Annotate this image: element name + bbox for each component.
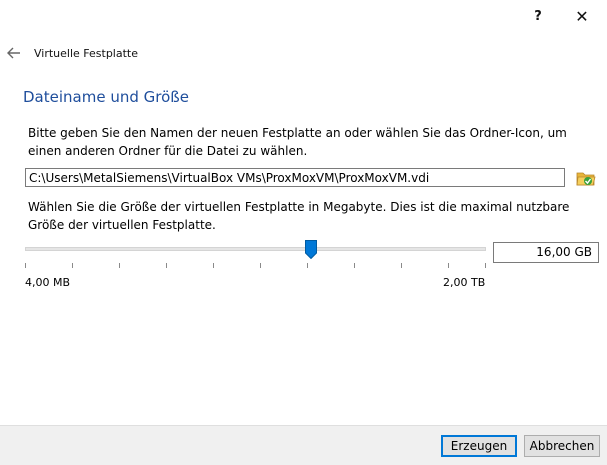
button-bar: Erzeugen Abbrechen xyxy=(0,425,607,465)
title-bar: ? ✕ xyxy=(0,0,607,32)
help-button[interactable]: ? xyxy=(518,0,558,32)
filename-description: Bitte geben Sie den Namen der neuen Fest… xyxy=(28,126,567,158)
wizard-title: Virtuelle Festplatte xyxy=(34,46,139,60)
page-title: Dateiname und Größe xyxy=(23,88,189,106)
slider-tick xyxy=(119,263,120,268)
slider-tick xyxy=(401,263,402,268)
slider-tick xyxy=(25,263,26,268)
slider-tick xyxy=(485,263,486,268)
slider-tick xyxy=(72,263,73,268)
size-description: Wählen Sie die Größe der virtuellen Fest… xyxy=(28,200,570,232)
slider-tick xyxy=(354,263,355,268)
create-button[interactable]: Erzeugen xyxy=(441,435,517,457)
arrow-left-icon[interactable] xyxy=(6,45,22,61)
size-slider-handle[interactable] xyxy=(304,240,317,260)
folder-icon[interactable] xyxy=(576,168,596,188)
cancel-button[interactable]: Abbrechen xyxy=(524,435,600,457)
slider-tick xyxy=(166,263,167,268)
close-button[interactable]: ✕ xyxy=(562,0,602,32)
slider-tick xyxy=(260,263,261,268)
filename-input[interactable] xyxy=(25,168,565,187)
min-size-label: 4,00 MB xyxy=(25,276,71,289)
slider-tick xyxy=(448,263,449,268)
size-input[interactable]: 16,00 GB xyxy=(493,242,599,263)
slider-ticks xyxy=(25,263,486,268)
slider-tick xyxy=(213,263,214,268)
max-size-label: 2,00 TB xyxy=(443,276,486,289)
slider-tick xyxy=(307,263,308,268)
size-slider-track[interactable] xyxy=(25,247,486,251)
wizard-nav: Virtuelle Festplatte xyxy=(6,44,138,62)
